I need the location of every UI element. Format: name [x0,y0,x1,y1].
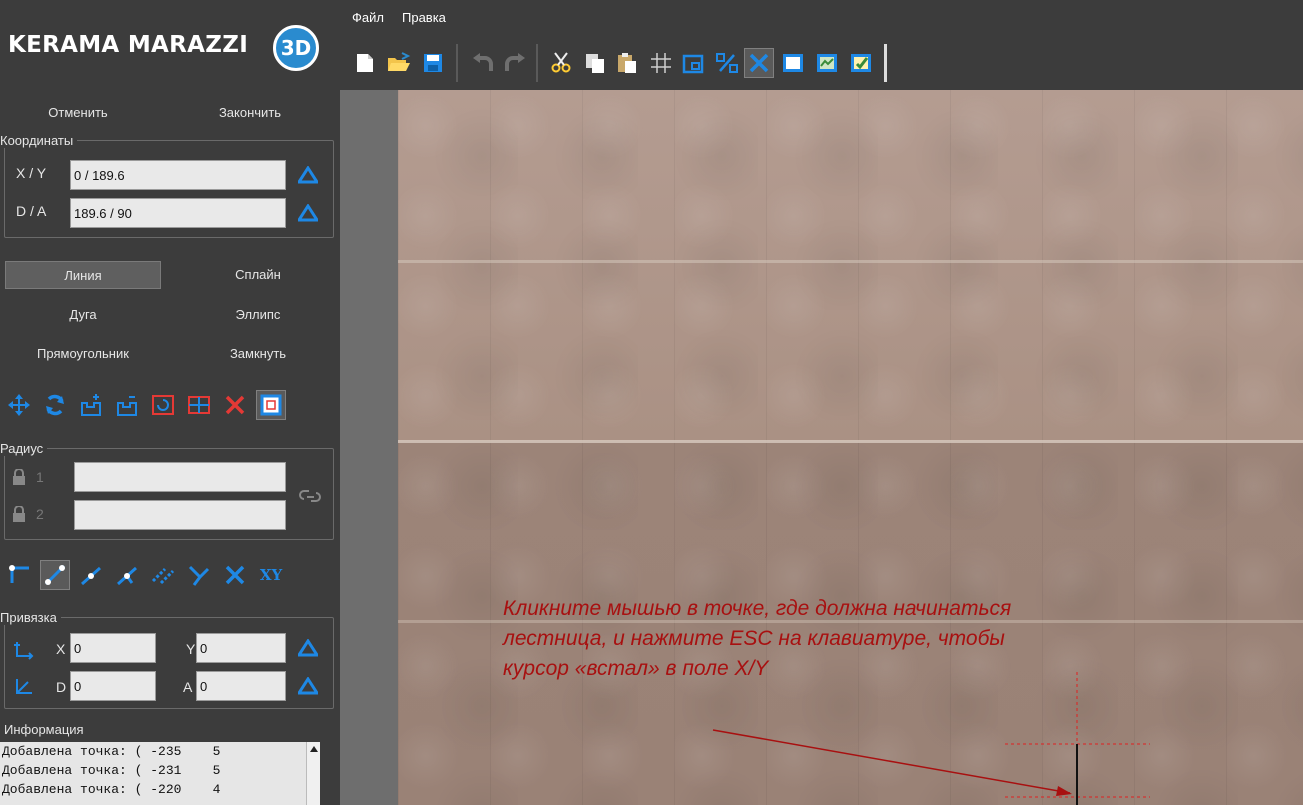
snap-da-delta-button[interactable] [294,672,322,700]
finish-button[interactable]: Закончить [190,105,310,120]
snap-origin-icon [14,642,34,660]
lock-icon[interactable] [12,506,26,522]
toolbar-separator [456,44,458,82]
toolbar-separator [884,44,887,82]
grid-toggle-icon[interactable] [646,48,676,78]
lock-icon[interactable] [12,469,26,485]
brand-name: KERAMA MARAZZI [8,32,249,58]
xy-input[interactable] [70,160,286,190]
snap-d-input[interactable] [70,671,156,701]
edit-toolbar [4,390,286,420]
da-label: D / A [16,203,47,219]
snap-parallel-icon[interactable] [148,560,178,590]
paste-icon[interactable] [612,48,642,78]
info-log[interactable]: Добавлена точка: ( -235 5 Добавлена точка… [0,742,318,805]
snap-x-label: X [56,641,66,657]
snap-d-label: D [56,679,67,695]
move-icon[interactable] [4,390,34,420]
info-scrollbar[interactable] [306,742,320,805]
cursor-overlay [712,672,1150,805]
replace-icon[interactable] [148,390,178,420]
main-toolbar [340,30,1303,90]
menu-edit[interactable]: Правка [402,10,446,25]
add-point-icon[interactable] [76,390,106,420]
delta-icon [298,677,318,695]
image-view-icon[interactable] [812,48,842,78]
sidebar: KERAMA MARAZZI 3D Отменить Закончить Коо… [0,0,340,805]
logo: KERAMA MARAZZI 3D [0,0,340,90]
percent-icon[interactable] [712,48,742,78]
delta-icon [298,204,318,222]
snap-y-input[interactable] [196,633,286,663]
mode-ellipse[interactable]: Эллипс [180,301,336,329]
mode-spline[interactable]: Сплайн [180,261,336,289]
snap-xy-delta-button[interactable] [294,634,322,662]
copy-icon[interactable] [580,48,610,78]
delete-icon[interactable] [220,390,250,420]
grid-icon[interactable] [184,390,214,420]
redo-icon[interactable] [500,48,530,78]
xy-text: XY [259,566,283,584]
info-line: Добавлена точка: ( -235 5 [2,744,221,759]
pointer-arrow [712,729,1071,794]
snap-perpendicular-icon[interactable] [184,560,214,590]
rotate-icon[interactable] [40,390,70,420]
cross-snap-icon[interactable] [744,48,774,78]
xy-delta-button[interactable] [294,161,322,189]
snap-angle-icon [16,679,32,694]
info-title: Информация [4,722,84,737]
delta-icon [298,639,318,657]
da-input[interactable] [70,198,286,228]
scroll-up-icon[interactable] [307,742,321,756]
mode-close[interactable]: Замкнуть [180,340,336,368]
snap-a-input[interactable] [196,671,286,701]
open-folder-icon[interactable] [384,48,414,78]
link-icon[interactable] [298,488,322,504]
toolbar-separator [536,44,538,82]
info-line: Добавлена точка: ( -220 4 [2,782,221,797]
arrow-head [1056,786,1072,796]
view-2d-icon[interactable] [778,48,808,78]
delta-icon [298,166,318,184]
snap-line-icon[interactable] [40,560,70,590]
radius-1-input[interactable] [74,462,286,492]
app-window: KERAMA MARAZZI 3D Отменить Закончить Коо… [0,0,1303,805]
3d-badge: 3D [273,25,319,71]
radius-row-1: 1 [36,469,44,485]
remove-point-icon[interactable] [112,390,142,420]
da-delta-button[interactable] [294,199,322,227]
coordinates-title: Координаты [0,133,78,148]
menu-bar: Файл Правка [340,0,1303,30]
frame-icon[interactable] [678,48,708,78]
info-line: Добавлена точка: ( -231 5 [2,763,221,778]
mode-line[interactable]: Линия [5,261,161,289]
radius-2-input[interactable] [74,500,286,530]
cancel-button[interactable]: Отменить [18,105,138,120]
drawing-canvas[interactable]: Кликните мышью в точке, где должна начин… [340,90,1303,805]
radius-row-2: 2 [36,506,44,522]
radius-title: Радиус [0,441,48,456]
new-file-icon[interactable] [350,48,380,78]
snap-nearest-icon[interactable] [112,560,142,590]
menu-file[interactable]: Файл [352,10,384,25]
mode-arc[interactable]: Дуга [5,301,161,329]
snap-y-label: Y [186,641,196,657]
undo-icon[interactable] [468,48,498,78]
snap-xy-icon[interactable]: XY [256,560,286,590]
apply-icon[interactable] [846,48,876,78]
snap-endpoint-icon[interactable] [4,560,34,590]
save-icon[interactable] [418,48,448,78]
mode-rectangle[interactable]: Прямоугольник [5,340,161,368]
xy-label: X / Y [16,165,47,181]
snap-x-input[interactable] [70,633,156,663]
snap-toolbar: XY [4,560,286,590]
cut-icon[interactable] [546,48,576,78]
snap-intersection-icon[interactable] [220,560,250,590]
snap-midpoint-icon[interactable] [76,560,106,590]
select-icon[interactable] [256,390,286,420]
snap-title: Привязка [0,610,61,625]
snap-a-label: A [183,679,193,695]
